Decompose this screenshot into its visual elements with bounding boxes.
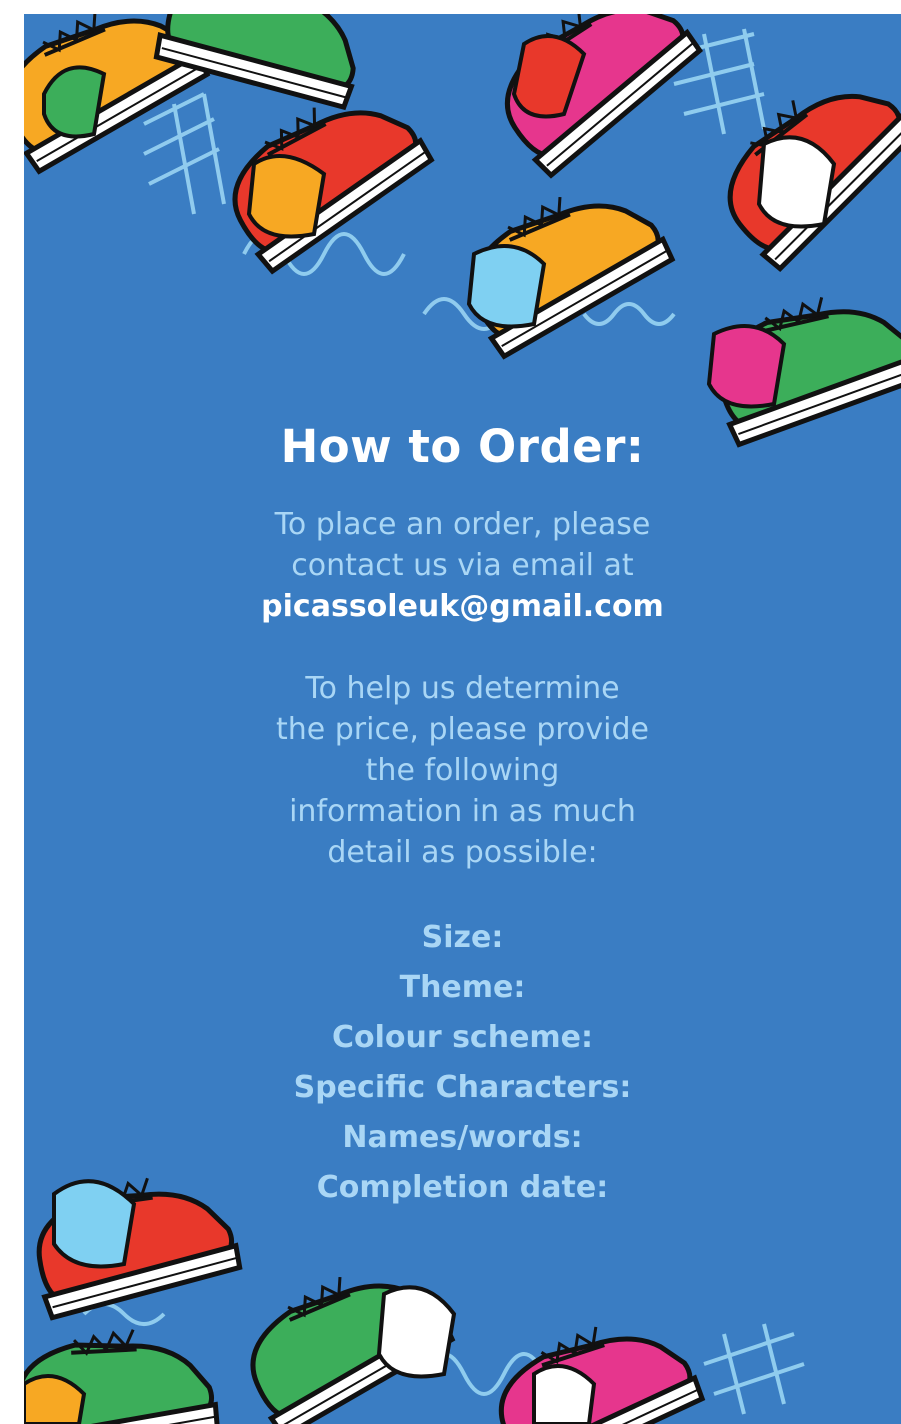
help-line: detail as possible: (327, 835, 598, 870)
field-colour-scheme: Colour scheme: (331, 1020, 594, 1055)
field-theme: Theme: (399, 970, 526, 1005)
help-line: information in as much (289, 794, 636, 829)
contact-email[interactable]: picassoleuk@gmail.com (24, 586, 901, 627)
help-paragraph: To help us determine the price, please p… (24, 668, 901, 873)
help-line: To help us determine (305, 671, 620, 706)
help-line: the price, please provide (275, 712, 649, 747)
field-completion-date: Completion date: (316, 1170, 609, 1205)
page-title: How to Order: (280, 420, 645, 473)
intro-paragraph: To place an order, please contact us via… (24, 504, 901, 627)
intro-line: contact us via email at (291, 548, 634, 583)
help-line: the following (365, 753, 560, 788)
field-names-words: Names/words: (342, 1120, 583, 1155)
field-size: Size: (421, 920, 504, 955)
intro-line: To place an order, please (274, 507, 651, 542)
order-flyer: How to Order: To place an order, please … (24, 14, 901, 1424)
field-specific-characters: Specific Characters: (293, 1070, 632, 1105)
